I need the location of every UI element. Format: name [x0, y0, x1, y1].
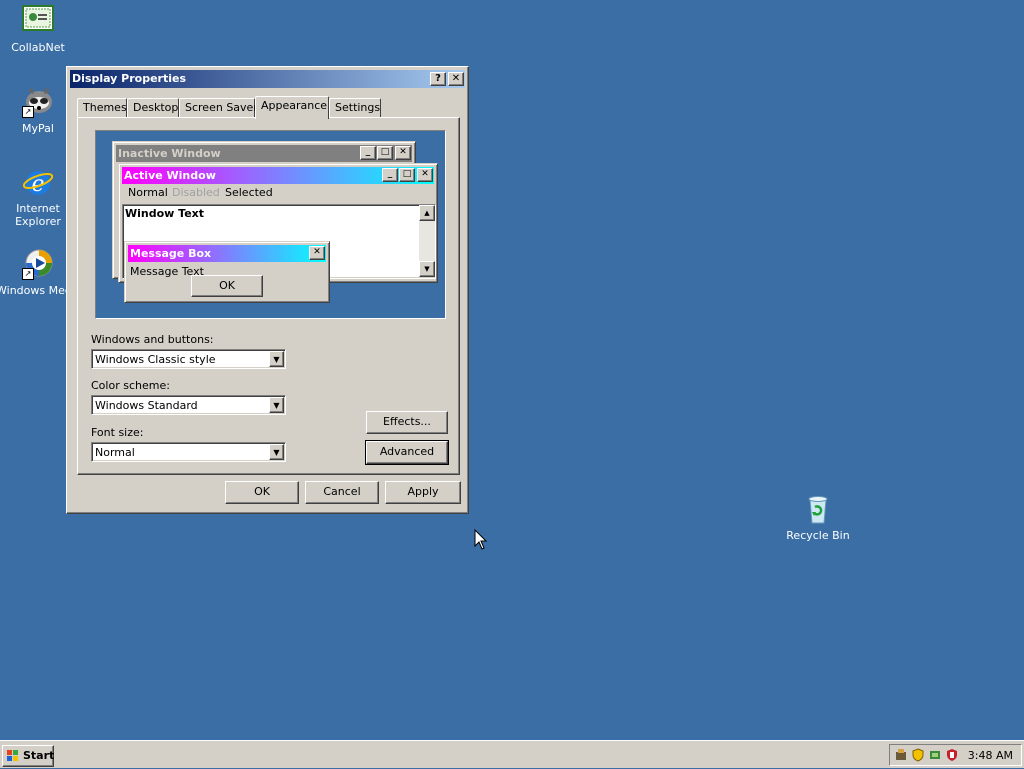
tab-screen-saver[interactable]: Screen Saver	[179, 98, 258, 117]
font-size-select[interactable]: Normal ▼	[91, 442, 286, 462]
color-scheme-label: Color scheme:	[91, 379, 170, 392]
recycle-bin-icon	[802, 493, 834, 525]
desktop-icon-windows-media-player[interactable]: ↗ Windows Media Player	[0, 248, 76, 297]
desktop-icon-collabnet[interactable]: CollabNet	[0, 5, 76, 54]
chevron-down-icon[interactable]: ▼	[269, 351, 284, 367]
desktop-icon-label: MyPal	[22, 122, 54, 135]
preview-message-box-title: Message Box	[130, 247, 212, 260]
tab-desktop[interactable]: Desktop	[127, 98, 179, 117]
preview-menu-disabled: Disabled	[172, 186, 220, 199]
tab-appearance[interactable]: Appearance	[255, 96, 329, 119]
chevron-down-icon[interactable]: ▼	[269, 397, 284, 413]
collabnet-icon	[22, 5, 54, 37]
preview-window-text: Window Text	[125, 207, 205, 220]
windows-logo-icon	[6, 749, 20, 763]
desktop-icon-internet-explorer[interactable]: e Internet Explorer	[0, 166, 76, 228]
advanced-button[interactable]: Advanced	[365, 440, 449, 465]
antivirus-icon[interactable]	[945, 748, 959, 762]
color-scheme-value: Windows Standard	[95, 399, 198, 412]
dialog-titlebar[interactable]: Display Properties ? ✕	[70, 70, 465, 88]
desktop-icon-label: Windows Media Player	[0, 284, 76, 297]
preview-inactive-titlebar: Inactive Window _ □ ✕	[116, 145, 412, 162]
chevron-down-icon[interactable]: ▼	[269, 444, 284, 460]
preview-message-box-titlebar: Message Box ✕	[128, 245, 326, 262]
preview-inactive-title: Inactive Window	[118, 147, 221, 160]
tab-settings[interactable]: Settings	[329, 98, 381, 117]
update-icon[interactable]	[928, 748, 942, 762]
cancel-button[interactable]: Cancel	[305, 481, 379, 504]
desktop-icon-mypal[interactable]: ↗ MyPal	[0, 86, 76, 135]
font-size-value: Normal	[95, 446, 135, 459]
preview-minimize-icon: _	[382, 168, 398, 182]
display-properties-dialog: Display Properties ? ✕ Themes Desktop Sc…	[66, 66, 469, 514]
desktop-icon-label: Internet Explorer	[15, 202, 61, 228]
appearance-panel: Inactive Window _ □ ✕ Active Window _ □ …	[77, 117, 460, 475]
windows-buttons-select[interactable]: Windows Classic style ▼	[91, 349, 286, 369]
start-label: Start	[23, 749, 55, 762]
scroll-down-arrow-icon: ▼	[419, 261, 435, 277]
preview-message-box: Message Box ✕ Message Text OK	[124, 241, 330, 303]
font-size-label: Font size:	[91, 426, 144, 439]
shortcut-arrow-icon: ↗	[22, 268, 34, 280]
ok-button[interactable]: OK	[225, 481, 299, 504]
color-scheme-select[interactable]: Windows Standard ▼	[91, 395, 286, 415]
preview-minimize-icon: _	[360, 146, 376, 160]
effects-button[interactable]: Effects...	[366, 411, 448, 434]
mouse-cursor-icon	[474, 528, 488, 554]
preview-active-titlebar: Active Window _ □ ✕	[122, 167, 434, 184]
preview-ok-button: OK	[191, 275, 263, 297]
preview-close-icon: ✕	[395, 146, 411, 160]
windows-media-player-icon: ↗	[22, 248, 54, 280]
mypal-icon: ↗	[22, 86, 54, 118]
preview-scrollbar: ▲ ▼	[419, 205, 435, 277]
preview-menu-normal: Normal	[128, 186, 168, 199]
preview-menu-bar: Normal Disabled Selected	[122, 186, 434, 202]
preview-maximize-icon: □	[377, 146, 393, 160]
scroll-up-arrow-icon: ▲	[419, 205, 435, 221]
desktop-icon-label: Recycle Bin	[786, 529, 850, 542]
preview-close-icon: ✕	[417, 168, 433, 182]
network-tool-icon[interactable]	[894, 748, 908, 762]
windows-buttons-value: Windows Classic style	[95, 353, 216, 366]
preview-maximize-icon: □	[399, 168, 415, 182]
help-button[interactable]: ?	[430, 72, 446, 86]
shortcut-arrow-icon: ↗	[22, 106, 34, 118]
preview-menu-selected: Selected	[225, 186, 273, 199]
close-button[interactable]: ✕	[448, 72, 464, 86]
preview-active-title: Active Window	[124, 169, 216, 182]
system-tray: 3:48 AM	[889, 744, 1022, 766]
start-button[interactable]: Start	[2, 745, 54, 767]
dialog-title: Display Properties	[72, 72, 187, 85]
clock[interactable]: 3:48 AM	[968, 749, 1013, 762]
windows-buttons-label: Windows and buttons:	[91, 333, 214, 346]
tab-themes[interactable]: Themes	[77, 98, 127, 117]
desktop-icon-recycle-bin[interactable]: Recycle Bin	[780, 493, 856, 542]
appearance-preview: Inactive Window _ □ ✕ Active Window _ □ …	[95, 130, 446, 319]
security-shield-icon[interactable]	[911, 748, 925, 762]
desktop-icon-label: CollabNet	[11, 41, 65, 54]
apply-button[interactable]: Apply	[385, 481, 461, 504]
preview-close-icon: ✕	[309, 246, 325, 260]
internet-explorer-icon: e	[22, 166, 54, 198]
taskbar: Start 3:48 AM	[0, 740, 1024, 768]
